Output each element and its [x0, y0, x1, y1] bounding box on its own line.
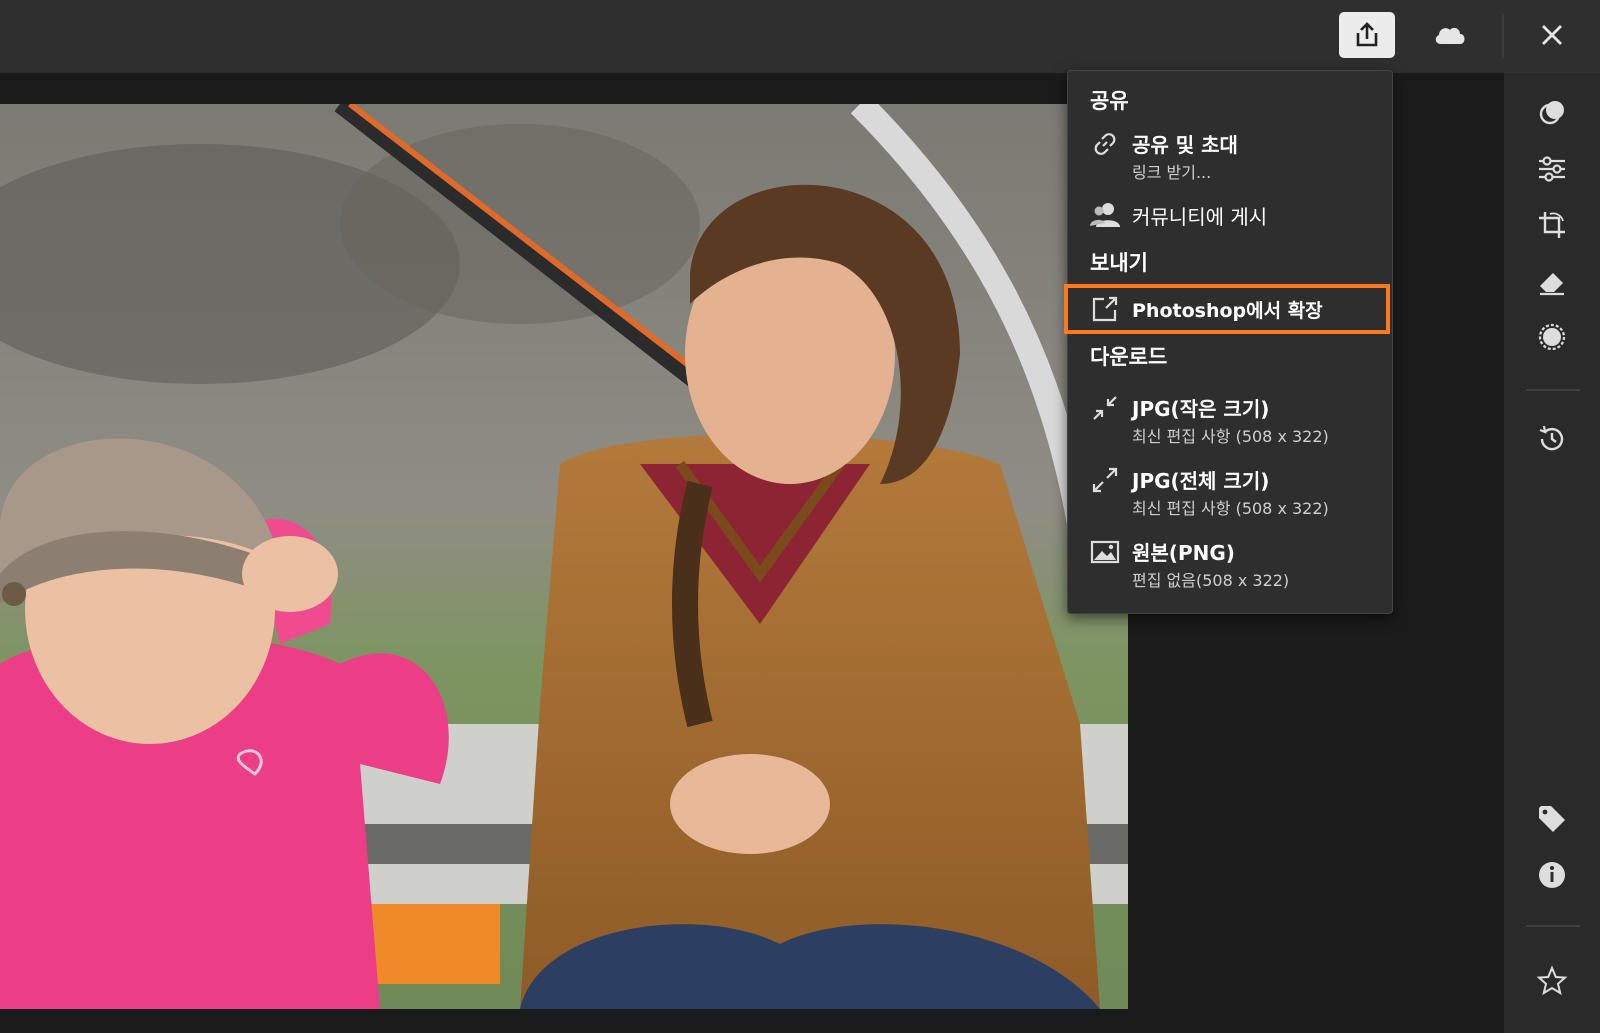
history-icon	[1539, 425, 1564, 451]
share-button[interactable]	[1339, 12, 1395, 58]
original-png-subtitle: 편집 없음(508 x 322)	[1132, 571, 1290, 590]
jpg-full-item[interactable]: JPG(전체 크기) 최신 편집 사항 (508 x 322)	[1068, 461, 1392, 521]
share-invite-item[interactable]: 공유 및 초대 링크 받기...	[1068, 125, 1392, 185]
post-community-item[interactable]: 커뮤니티에 게시	[1068, 195, 1392, 235]
share-export-icon	[1356, 22, 1378, 47]
jpg-full-title: JPG(전체 크기)	[1132, 469, 1270, 493]
tag-button[interactable]	[1534, 801, 1570, 837]
jpg-small-title: JPG(작은 크기)	[1132, 397, 1270, 421]
cloud-icon	[1435, 27, 1465, 44]
right-tool-panel	[1504, 73, 1600, 1033]
close-icon	[1542, 25, 1562, 45]
expand-icon	[1090, 465, 1120, 495]
photo-image	[0, 104, 1128, 1009]
section-send-heading: 보내기	[1090, 251, 1148, 275]
section-share-heading: 공유	[1090, 89, 1129, 113]
panel-divider	[1526, 389, 1580, 391]
shrink-icon	[1090, 393, 1120, 423]
original-png-title: 원본(PNG)	[1132, 541, 1235, 565]
star-button[interactable]	[1534, 963, 1570, 999]
star-icon	[1536, 965, 1568, 996]
info-button[interactable]	[1534, 857, 1570, 893]
adjust-button[interactable]	[1534, 151, 1570, 187]
share-menu: 공유 공유 및 초대 링크 받기... 커뮤니티에 게시 보내기 Photosh…	[1064, 70, 1393, 614]
crop-rotate-icon	[1539, 212, 1565, 238]
community-icon	[1090, 199, 1120, 229]
cloud-button[interactable]	[1422, 12, 1478, 58]
panel-divider	[1526, 925, 1580, 927]
share-invite-title: 공유 및 초대	[1132, 133, 1238, 157]
link-icon	[1090, 129, 1120, 159]
jpg-full-subtitle: 최신 편집 사항 (508 x 322)	[1132, 499, 1329, 518]
section-download-heading: 다운로드	[1090, 345, 1168, 369]
jpg-small-subtitle: 최신 편집 사항 (508 x 322)	[1132, 427, 1329, 446]
highlight-box	[1064, 284, 1390, 334]
selection-circle-icon	[1538, 323, 1566, 351]
history-button[interactable]	[1534, 421, 1570, 457]
image-icon	[1090, 537, 1120, 567]
selection-button[interactable]	[1534, 319, 1570, 355]
overlay-button[interactable]	[1534, 95, 1570, 131]
photo-canvas[interactable]	[0, 104, 1128, 1009]
eraser-button[interactable]	[1534, 263, 1570, 299]
adjust-sliders-icon	[1539, 156, 1565, 182]
top-toolbar	[0, 0, 1600, 73]
toolbar-divider	[1502, 14, 1504, 58]
eraser-icon	[1540, 273, 1564, 296]
share-invite-subtitle: 링크 받기...	[1132, 163, 1212, 182]
overlay-icon	[1539, 101, 1564, 125]
post-community-title: 커뮤니티에 게시	[1132, 205, 1268, 229]
tag-icon	[1539, 806, 1565, 832]
crop-button[interactable]	[1534, 207, 1570, 243]
original-png-item[interactable]: 원본(PNG) 편집 없음(508 x 322)	[1068, 533, 1392, 593]
close-button[interactable]	[1524, 12, 1580, 58]
info-icon	[1539, 862, 1565, 888]
jpg-small-item[interactable]: JPG(작은 크기) 최신 편집 사항 (508 x 322)	[1068, 389, 1392, 449]
